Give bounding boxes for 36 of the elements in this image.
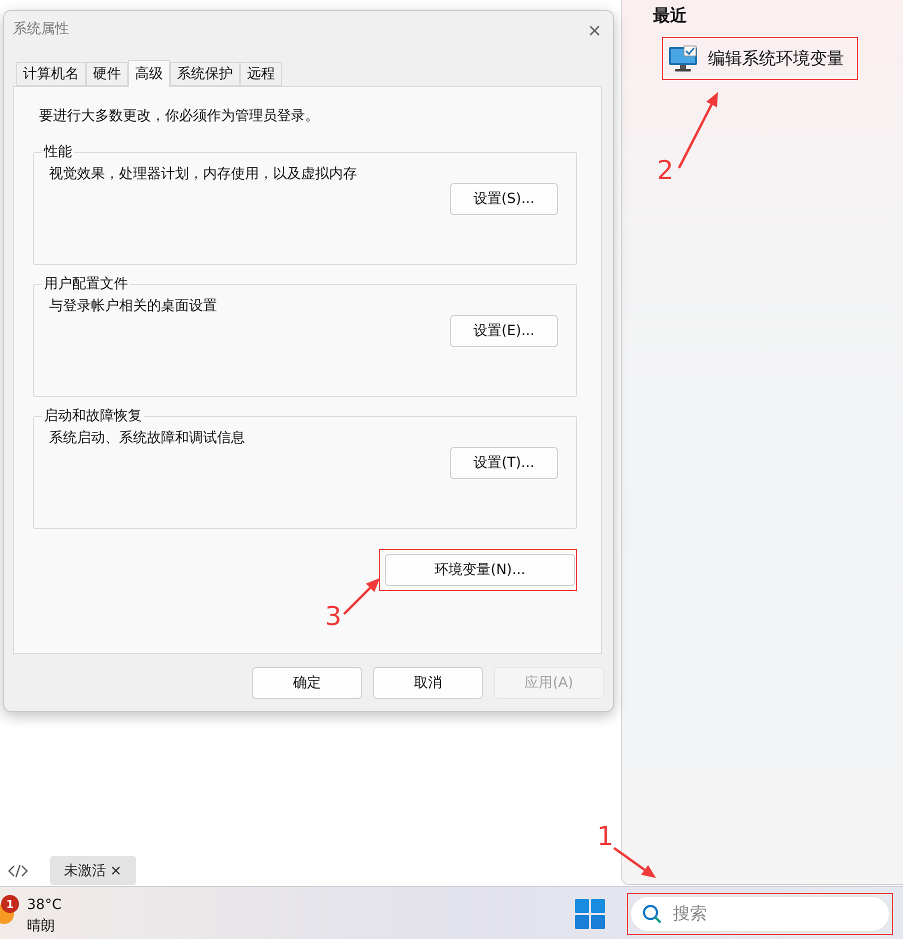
tab[interactable]: 系统保护 [170,62,240,86]
temperature-text: 38°C [27,897,62,913]
dialog-button[interactable]: 取消 [373,667,483,699]
monitor-icon [668,44,698,72]
search-result[interactable]: 编辑系统环境变量 [662,37,858,80]
tab[interactable]: 计算机名 [16,62,86,86]
search-field[interactable]: 搜索 [630,896,890,932]
notification-badge: 1 [1,895,19,913]
annotation-number: 3 [325,602,342,632]
section-heading: 最近 [653,5,688,27]
annotation-number: 1 [597,822,614,852]
code-icon [8,862,28,878]
window-title: 系统属性 [13,20,69,38]
weather-condition: 晴朗 [27,917,55,935]
annotation-number: 2 [657,156,674,186]
settings-button[interactable]: 设置(S)... [450,183,558,215]
tag-close[interactable]: × [110,862,122,878]
annotation-arrow [613,846,656,878]
group-description: 与登录帐户相关的桌面设置 [49,297,218,315]
settings-button[interactable]: 设置(E)... [450,315,558,347]
tab[interactable]: 硬件 [86,62,128,86]
group-title: 启动和故障恢复 [43,407,143,425]
group-description: 系统启动、系统故障和调试信息 [49,429,246,447]
notice-text: 要进行大多数更改，你必须作为管理员登录。 [38,107,320,125]
close-button[interactable]: × [588,20,601,42]
search-icon [642,904,662,924]
group-title: 用户配置文件 [43,275,129,293]
environment-variables-button[interactable]: 环境变量(N)... [385,554,575,586]
dialog-button[interactable]: 确定 [252,667,362,699]
start-icon[interactable] [575,898,605,928]
settings-button[interactable]: 设置(T)... [450,447,558,479]
group-title: 性能 [42,143,73,161]
tab[interactable]: 高级 [128,60,170,87]
group-description: 视觉效果，处理器计划，内存使用，以及虚拟内存 [49,165,358,183]
tab[interactable]: 远程 [240,62,282,86]
tag-label: 未激活 [64,862,106,880]
